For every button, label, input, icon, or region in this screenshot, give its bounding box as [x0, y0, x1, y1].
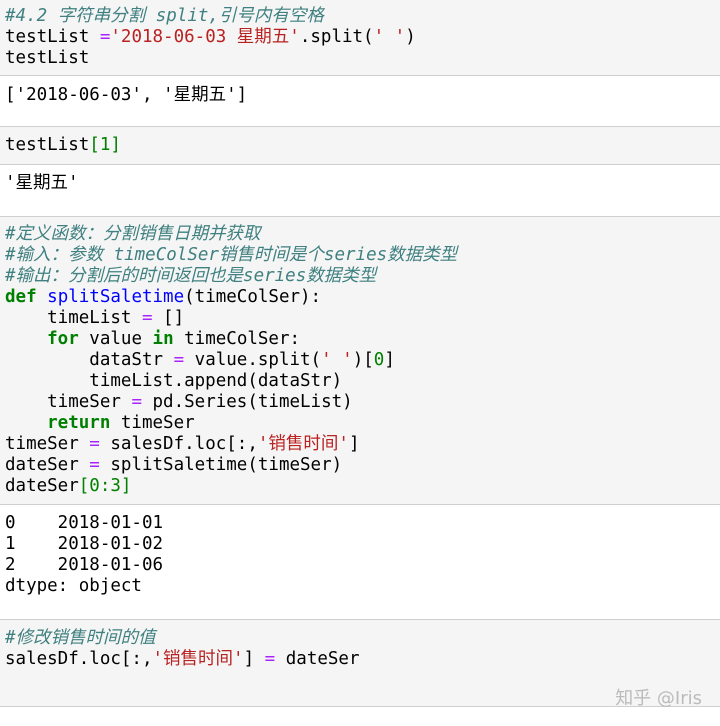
output-text: 2 2018-01-06: [5, 555, 164, 575]
code-line: dateSer = splitSaletime(timeSer): [5, 455, 720, 476]
code-string: '销售时间': [152, 649, 244, 669]
code-line: def splitSaletime(timeColSer):: [5, 287, 720, 308]
code-token: splitSaletime(timeSer): [99, 455, 343, 475]
code-token: dateSer: [5, 455, 90, 475]
code-line: for value in timeColSer:: [5, 329, 720, 350]
code-line: testList[1]: [5, 135, 720, 156]
code-token: ]: [243, 649, 265, 669]
code-comment: #4.2 字符串分割 split,引号内有空格: [5, 6, 324, 26]
code-operator: =: [264, 649, 276, 669]
code-token: timeColSer:: [173, 329, 301, 349]
code-line: return timeSer: [5, 413, 720, 434]
code-comment: #修改销售时间的值: [5, 628, 156, 648]
code-line: testList: [5, 48, 90, 68]
code-string: '2018-06-03 星期五': [110, 27, 300, 47]
code-token: pd.Series(timeList): [141, 392, 353, 412]
code-token: (timeColSer):: [184, 287, 322, 307]
code-cell-input-3[interactable]: #定义函数：分割销售日期并获取 #输入：参数 timeColSer销售时间是个s…: [0, 216, 720, 505]
code-line: timeList = []: [5, 308, 720, 329]
code-token: dateSer: [5, 476, 79, 496]
code-operator: =: [173, 350, 185, 370]
code-number: [1]: [89, 135, 121, 155]
code-token: dateSer: [275, 649, 360, 669]
code-operator: =: [99, 27, 111, 47]
code-token: value: [78, 329, 153, 349]
code-string: ' ': [321, 350, 353, 370]
code-number: 0: [373, 350, 385, 370]
code-operator: =: [141, 308, 153, 328]
code-cell-output-3: 0 2018-01-01 1 2018-01-02 2 2018-01-06 d…: [0, 505, 720, 619]
output-text: '星期五': [5, 173, 79, 193]
code-keyword: def: [5, 287, 37, 307]
code-token: salesDf.loc[:,: [99, 434, 258, 454]
code-cell-output-1: ['2018-06-03', '星期五']: [0, 76, 720, 126]
code-comment: #输入：参数 timeColSer销售时间是个series数据类型: [5, 245, 458, 265]
code-operator: =: [89, 434, 100, 454]
code-cell-input-1[interactable]: #4.2 字符串分割 split,引号内有空格 testList ='2018-…: [0, 0, 720, 76]
code-cell-output-2: '星期五': [0, 165, 720, 216]
code-string: '销售时间': [257, 434, 349, 454]
code-operator: =: [89, 455, 100, 475]
output-text: dtype: object: [5, 576, 142, 596]
code-operator: =: [131, 392, 142, 412]
code-line: dataStr = value.split(' ')[0]: [5, 350, 720, 371]
watermark: 知乎 @Iris: [615, 688, 702, 709]
code-token: testList: [5, 27, 100, 47]
code-function-name: splitSaletime: [47, 287, 185, 307]
code-token: ]: [348, 434, 360, 454]
code-string: ' ': [373, 27, 406, 47]
code-token: ): [405, 27, 416, 47]
code-token: ]: [384, 350, 395, 370]
output-text: 1 2018-01-02: [5, 534, 164, 554]
code-line: timeSer = pd.Series(timeList): [5, 392, 720, 413]
code-token: salesDf.loc[:,: [5, 649, 153, 669]
code-comment: #输出：分割后的时间返回也是series数据类型: [5, 266, 377, 286]
code-token: timeList: [5, 308, 142, 328]
code-token: timeSer: [110, 413, 195, 433]
code-cell-input-2[interactable]: testList[1]: [0, 126, 720, 165]
code-line: testList ='2018-06-03 星期五'.split(' '): [5, 27, 720, 48]
code-keyword: return: [5, 413, 111, 433]
code-token: testList: [5, 135, 90, 155]
code-number: [0:3]: [78, 476, 132, 496]
code-line: timeList.append(dataStr): [5, 371, 343, 391]
output-text: 0 2018-01-01: [5, 513, 164, 533]
code-token: timeSer: [5, 434, 90, 454]
code-token: dataStr: [5, 350, 174, 370]
code-cell-input-4[interactable]: #修改销售时间的值 salesDf.loc[:,'销售时间'] = dateSe…: [0, 619, 720, 707]
code-keyword: for: [5, 329, 79, 349]
code-token: .split(: [299, 27, 374, 47]
code-token: timeSer: [5, 392, 132, 412]
code-keyword: in: [152, 329, 174, 349]
code-token: value.split(: [184, 350, 322, 370]
code-line: dateSer[0:3]: [5, 476, 720, 497]
output-text: ['2018-06-03', '星期五']: [5, 85, 248, 105]
code-comment: #定义函数：分割销售日期并获取: [5, 224, 261, 244]
code-token: []: [152, 308, 185, 328]
code-line: salesDf.loc[:,'销售时间'] = dateSer: [5, 649, 720, 670]
code-token: )[: [352, 350, 374, 370]
code-line: timeSer = salesDf.loc[:,'销售时间']: [5, 434, 720, 455]
